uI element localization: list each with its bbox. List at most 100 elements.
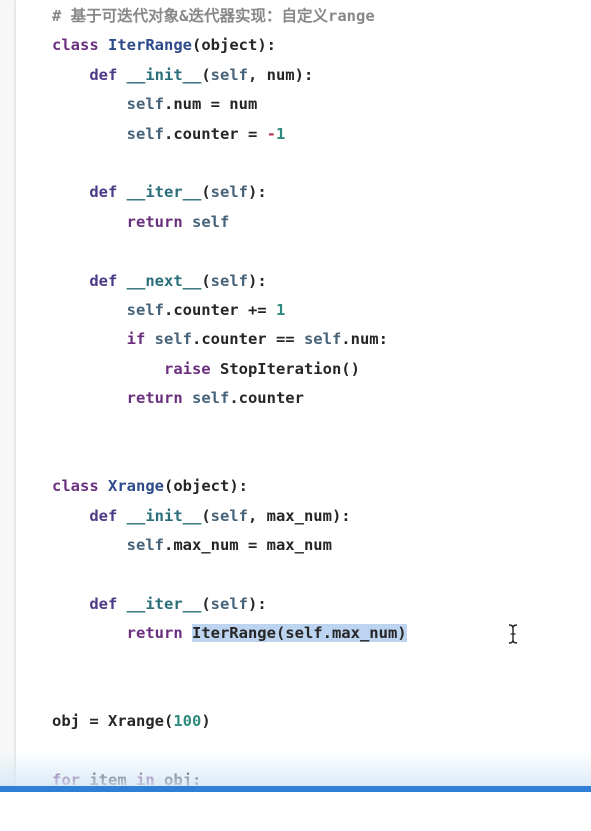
code-token: raise xyxy=(163,359,220,378)
code-line[interactable]: ​ xyxy=(52,237,407,266)
code-token: def xyxy=(89,594,127,613)
code-token: self xyxy=(210,594,248,613)
code-line[interactable]: def __iter__(self): xyxy=(52,590,407,619)
code-token: ( xyxy=(201,65,211,84)
code-line[interactable]: ​ xyxy=(52,149,407,178)
code-token: def xyxy=(89,65,127,84)
code-line[interactable]: def __init__(self, max_num): xyxy=(52,502,407,531)
code-token: ) xyxy=(201,712,211,731)
code-line[interactable]: class IterRange(object): xyxy=(52,31,407,60)
code-token: self xyxy=(126,300,164,319)
code-line[interactable]: ​ xyxy=(52,560,407,589)
screen: # 基于可迭代对象&迭代器实现：自定义range class IterRange(… xyxy=(0,0,591,831)
code-token: self xyxy=(303,330,342,349)
code-line[interactable]: return self.counter xyxy=(52,384,407,413)
code-token: if xyxy=(126,330,155,349)
code-token: __iter__ xyxy=(126,183,202,202)
code-line[interactable]: ​ xyxy=(52,443,407,472)
code-editor[interactable]: # 基于可迭代对象&迭代器实现：自定义range class IterRange(… xyxy=(16,0,591,831)
code-line[interactable]: def __iter__(self): xyxy=(52,178,407,207)
code-line[interactable]: def __next__(self): xyxy=(52,267,407,296)
code-line[interactable]: return IterRange(self.max_num) xyxy=(52,619,407,648)
code-token: ( xyxy=(164,712,174,731)
code-token: __init__ xyxy=(126,65,202,84)
code-token: ): xyxy=(247,271,267,290)
code-token: .max_num = max_num xyxy=(163,536,332,555)
code-token: ): xyxy=(247,594,267,613)
code-token: class xyxy=(52,36,108,55)
code-token: (object): xyxy=(192,36,276,55)
code-token: - xyxy=(266,124,276,143)
code-token: return xyxy=(126,389,192,408)
code-line[interactable]: raise StopIteration() xyxy=(52,355,407,384)
code-token: obj = xyxy=(52,712,108,731)
code-line[interactable]: obj = Xrange(100) xyxy=(52,707,407,736)
code-token: self xyxy=(126,95,164,114)
code-token: self xyxy=(210,183,248,202)
code-line[interactable]: self.max_num = max_num xyxy=(52,531,407,560)
code-line[interactable]: class Xrange(object): xyxy=(52,472,407,501)
code-token: (object): xyxy=(164,477,248,496)
code-token: .num = num xyxy=(163,95,258,114)
code-token: class xyxy=(52,477,108,496)
code-token: 1 xyxy=(275,300,286,319)
code-token: __next__ xyxy=(126,271,202,290)
code-token: ( xyxy=(201,271,211,290)
bottom-area xyxy=(0,792,591,831)
text-cursor-icon xyxy=(508,624,518,644)
code-token: .counter = xyxy=(163,124,267,143)
code-line[interactable]: ​ xyxy=(52,737,407,766)
code-token: Xrange xyxy=(108,712,164,731)
code-token: , max_num): xyxy=(247,506,351,525)
code-token: Xrange xyxy=(108,477,164,496)
code-token: __init__ xyxy=(126,506,202,525)
code-token: .num: xyxy=(341,330,388,349)
code-token: ( xyxy=(201,183,211,202)
code-line[interactable]: self.counter = -1 xyxy=(52,120,407,149)
code-token: IterRange xyxy=(108,36,192,55)
code-line[interactable]: self.num = num xyxy=(52,90,407,119)
code-line[interactable]: ​ xyxy=(52,649,407,678)
code-line[interactable]: ​ xyxy=(52,413,407,442)
code-token: ( xyxy=(201,594,211,613)
code-line[interactable]: return self xyxy=(52,208,407,237)
selected-code-token: IterRange(self.max_num) xyxy=(191,624,407,643)
code-line[interactable]: def __init__(self, num): xyxy=(52,61,407,90)
code-text[interactable]: # 基于可迭代对象&迭代器实现：自定义range class IterRange(… xyxy=(52,2,407,825)
code-token: StopIteration() xyxy=(219,359,360,378)
code-token: __iter__ xyxy=(126,594,202,613)
code-line[interactable]: # 基于可迭代对象&迭代器实现：自定义range xyxy=(52,2,407,31)
code-token: def xyxy=(89,183,127,202)
code-token: self xyxy=(191,389,230,408)
code-token: self xyxy=(126,536,164,555)
code-token: .counter == xyxy=(191,330,304,349)
code-token: self xyxy=(126,124,164,143)
code-token: self xyxy=(210,506,248,525)
code-line[interactable]: self.counter += 1 xyxy=(52,296,407,325)
code-token: .counter += xyxy=(163,300,276,319)
code-token: , num): xyxy=(247,65,314,84)
code-token: 1 xyxy=(275,124,286,143)
code-token: self xyxy=(210,65,248,84)
code-token: self xyxy=(191,212,230,231)
code-line[interactable]: if self.counter == self.num: xyxy=(52,325,407,354)
code-token: self xyxy=(154,330,192,349)
code-token: ): xyxy=(247,183,267,202)
code-line[interactable]: ​ xyxy=(52,678,407,707)
code-token: ( xyxy=(201,506,211,525)
code-token: # 基于可迭代对象&迭代器实现：自定义range xyxy=(52,7,375,25)
code-token: 100 xyxy=(173,712,202,731)
